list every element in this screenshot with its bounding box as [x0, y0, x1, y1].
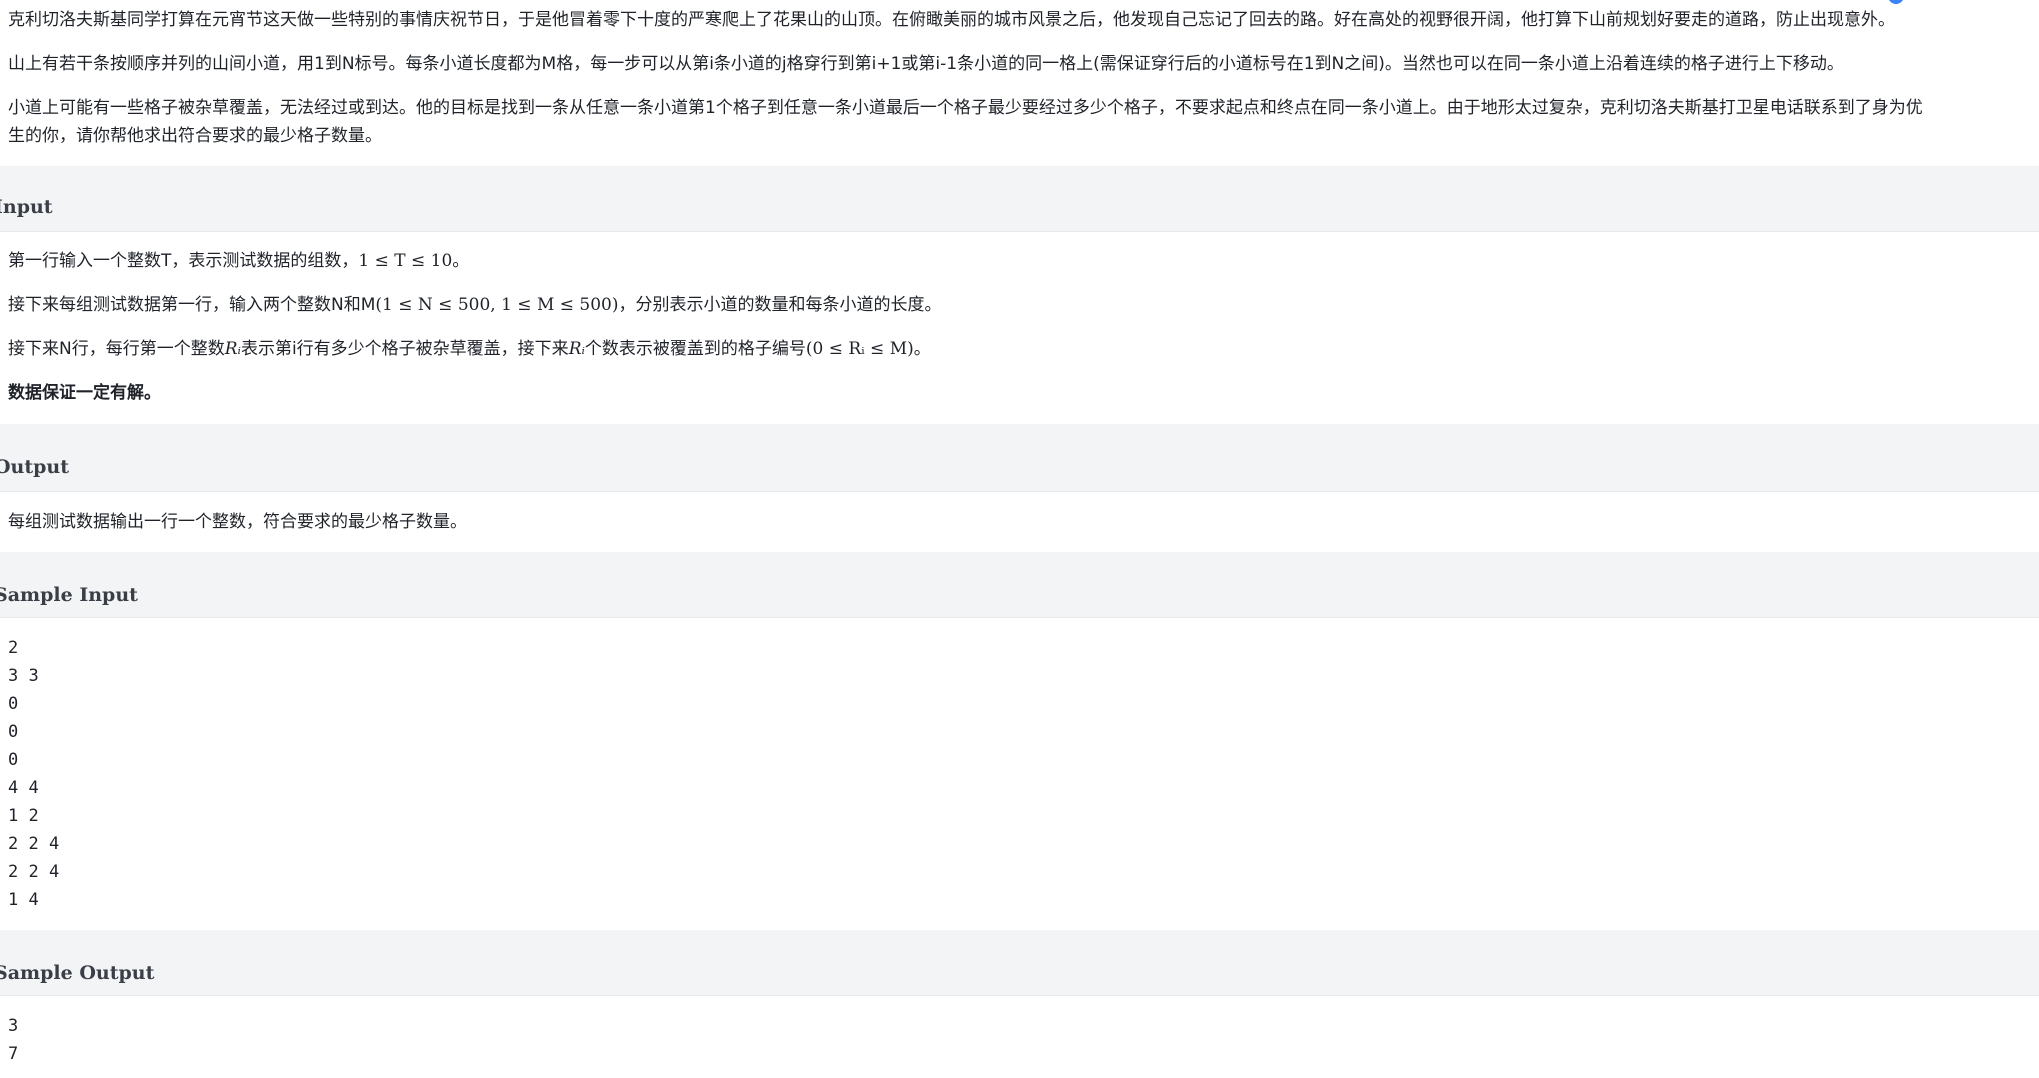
- input-line-3-text-a: 接下来N行，每行第一个整数: [8, 339, 225, 359]
- output-description: 每组测试数据输出一行一个整数，符合要求的最少格子数量。: [8, 512, 467, 532]
- input-panel: 第一行输入一个整数T，表示测试数据的组数，1 ≤ T ≤ 10。 接下来每组测试…: [0, 232, 2039, 424]
- input-line-2: 接下来每组测试数据第一行，输入两个整数N和M(1 ≤ N ≤ 500, 1 ≤ …: [8, 291, 941, 319]
- input-line-3-var-b: Rᵢ: [568, 339, 585, 359]
- description-paragraph-3-line-2: 生的你，请你帮他求出符合要求的最少格子数量。: [8, 126, 382, 146]
- input-line-1-text: 第一行输入一个整数T，表示测试数据的组数，: [8, 251, 359, 271]
- description-paragraph-2: 山上有若干条按顺序并列的山间小道，用1到N标号。每条小道长度都为M格，每一步可以…: [8, 54, 1844, 74]
- problem-page: 克利切洛夫斯基同学打算在元宵节这天做一些特别的事情庆祝节日，于是他冒着零下十度的…: [0, 0, 2039, 1078]
- input-section-title: Input: [0, 196, 53, 218]
- description-paragraph-1: 克利切洛夫斯基同学打算在元宵节这天做一些特别的事情庆祝节日，于是他冒着零下十度的…: [8, 10, 1895, 30]
- sample-input-content: 2 3 3 0 0 0 4 4 1 2 2 2 4 2 2 4 1 4: [8, 638, 60, 910]
- sample-input-title: Sample Input: [0, 584, 138, 606]
- sample-output-title: Sample Output: [0, 962, 155, 984]
- output-panel: 每组测试数据输出一行一个整数，符合要求的最少格子数量。: [0, 492, 2039, 552]
- sample-input-header: Sample Input: [0, 554, 2039, 618]
- sample-output-header: Sample Output: [0, 932, 2039, 996]
- input-line-3: 接下来N行，每行第一个整数Rᵢ表示第i行有多少个格子被杂草覆盖，接下来Rᵢ个数表…: [8, 335, 931, 363]
- sample-output-panel: 3 7: [0, 996, 2039, 1078]
- input-line-3-var-a: Rᵢ: [224, 339, 241, 359]
- input-line-3-text-c: 个数表示被覆盖到的格子编号: [584, 339, 806, 359]
- output-section-title: Output: [0, 456, 70, 478]
- description-panel: 克利切洛夫斯基同学打算在元宵节这天做一些特别的事情庆祝节日，于是他冒着零下十度的…: [0, 0, 2039, 166]
- input-line-1-math: 1 ≤ T ≤ 10: [358, 251, 453, 271]
- input-guarantee-note: 数据保证一定有解。: [8, 383, 161, 403]
- input-line-2-math: (1 ≤ N ≤ 500, 1 ≤ M ≤ 500): [375, 295, 619, 315]
- input-line-3-math: (0 ≤ Rᵢ ≤ M): [805, 339, 914, 359]
- input-line-1-end: 。: [452, 251, 470, 271]
- input-line-2-end: ，分别表示小道的数量和每条小道的长度。: [618, 295, 942, 315]
- description-paragraph-3-line-1: 小道上可能有一些格子被杂草覆盖，无法经过或到达。他的目标是找到一条从任意一条小道…: [8, 98, 1923, 118]
- scroll-indicator-icon: [1888, 0, 1904, 4]
- input-section-header: Input: [0, 166, 2039, 232]
- input-line-1: 第一行输入一个整数T，表示测试数据的组数，1 ≤ T ≤ 10。: [8, 247, 469, 275]
- sample-input-panel: 2 3 3 0 0 0 4 4 1 2 2 2 4 2 2 4 1 4: [0, 618, 2039, 930]
- output-section-header: Output: [0, 426, 2039, 492]
- sample-output-content: 3 7: [8, 1016, 19, 1064]
- input-line-2-text: 接下来每组测试数据第一行，输入两个整数N和M: [8, 295, 376, 315]
- input-line-3-end: 。: [913, 339, 931, 359]
- input-line-3-text-b: 表示第i行有多少个格子被杂草覆盖，接下来: [240, 339, 569, 359]
